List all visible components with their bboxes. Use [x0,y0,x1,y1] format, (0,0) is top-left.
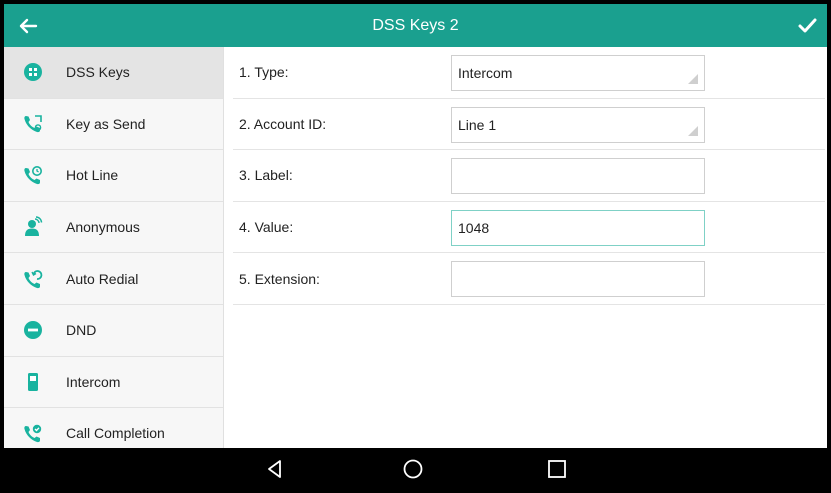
sidebar-item-intercom[interactable]: Intercom [4,357,223,409]
checkmark-icon [798,18,817,33]
field-label: 1. Type: [239,64,289,81]
form-row-value: 4. Value: 1048 [233,202,825,254]
dropdown-corner-icon [688,74,698,84]
label-input[interactable] [451,158,705,195]
sidebar-item-dss-keys[interactable]: DSS Keys [4,47,223,99]
sidebar-item-hot-line[interactable]: Hot Line [4,150,223,202]
sidebar-item-label: Intercom [66,373,121,390]
field-label: 3. Label: [239,167,293,184]
field-label: 5. Extension: [239,270,320,287]
title-bar: DSS Keys 2 [4,4,827,47]
dropdown-corner-icon [688,125,698,136]
square-recents-icon [548,460,566,478]
sidebar-item-label: Anonymous [66,219,140,236]
form-row-account-id: 2. Account ID: Line 1 [233,99,825,151]
form-row-label: 3. Label: [233,150,825,202]
back-arrow-icon [19,18,38,34]
sidebar-item-label: Key as Send [66,115,146,132]
intercom-icon [22,371,44,393]
nav-home-button[interactable] [398,454,428,484]
circle-home-icon [403,459,423,479]
system-navigation-bar [4,448,827,489]
sidebar-item-call-completion[interactable]: Call Completion [4,408,223,448]
field-label: 2. Account ID: [239,115,327,132]
sidebar-item-key-as-send[interactable]: Key as Send [4,99,223,151]
sidebar-item-label: DND [66,322,97,339]
save-button[interactable] [789,8,825,44]
sidebar-item-label: Call Completion [66,425,165,442]
back-button[interactable] [10,8,46,44]
settings-form: 1. Type: Intercom 2. Account ID: Line 1 … [225,47,827,448]
dnd-icon [22,319,44,341]
nav-recents-button[interactable] [542,454,572,484]
extension-input[interactable] [451,261,705,298]
auto-redial-icon [22,268,44,290]
sidebar-item-anonymous[interactable]: Anonymous [4,202,223,254]
anonymous-icon [22,216,44,238]
type-select-value: Intercom [458,65,513,81]
account-id-select-value: Line 1 [458,116,497,133]
nav-back-button[interactable] [260,454,290,484]
triangle-back-icon [268,460,281,478]
page-title: DSS Keys 2 [372,17,459,34]
value-input[interactable]: 1048 [451,209,705,246]
account-id-select[interactable]: Line 1 [451,106,705,143]
sidebar-item-auto-redial[interactable]: Auto Redial [4,253,223,305]
dss-keys-icon [22,61,44,83]
value-input-value: 1048 [458,219,490,236]
form-row-type: 1. Type: Intercom [233,47,825,99]
sidebar-item-label: Auto Redial [66,270,139,287]
hot-line-icon [22,164,44,186]
field-label: 4. Value: [239,219,294,236]
form-row-extension: 5. Extension: [233,253,825,305]
call-completion-icon [22,422,44,444]
sidebar-item-label: Hot Line [66,167,119,184]
sidebar: DSS Keys Key as Send Hot Line Anonymous … [4,47,224,448]
type-select[interactable]: Intercom [451,55,705,91]
key-as-send-icon [22,113,44,135]
sidebar-item-label: DSS Keys [66,64,130,81]
sidebar-item-dnd[interactable]: DND [4,305,223,357]
